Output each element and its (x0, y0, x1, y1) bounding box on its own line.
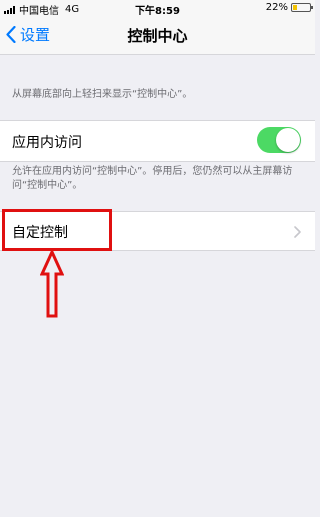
app-access-toggle[interactable] (257, 127, 301, 153)
status-right: 22% (265, 2, 313, 13)
toggle-knob (276, 128, 300, 152)
navigation-bar: 设置 控制中心 (0, 16, 315, 55)
status-bar: 中国电信 4G 下午8:59 22% (0, 0, 315, 17)
app-access-label: 应用内访问 (12, 135, 82, 151)
up-arrow-annotation (40, 250, 64, 318)
battery-percent: 22% (265, 2, 288, 13)
swipe-hint-text: 从屏幕底部向上轻扫来显示“控制中心”。 (12, 89, 193, 100)
page-title: 控制中心 (127, 27, 188, 45)
app-access-footer: 允许在应用内访问“控制中心”。停用后，您仍然可以从主屏幕访问“控制中心”。 (12, 166, 293, 191)
battery-icon (291, 3, 313, 12)
app-access-row: 应用内访问 (0, 120, 315, 162)
chevron-right-icon (294, 226, 301, 238)
highlight-box (2, 209, 112, 251)
